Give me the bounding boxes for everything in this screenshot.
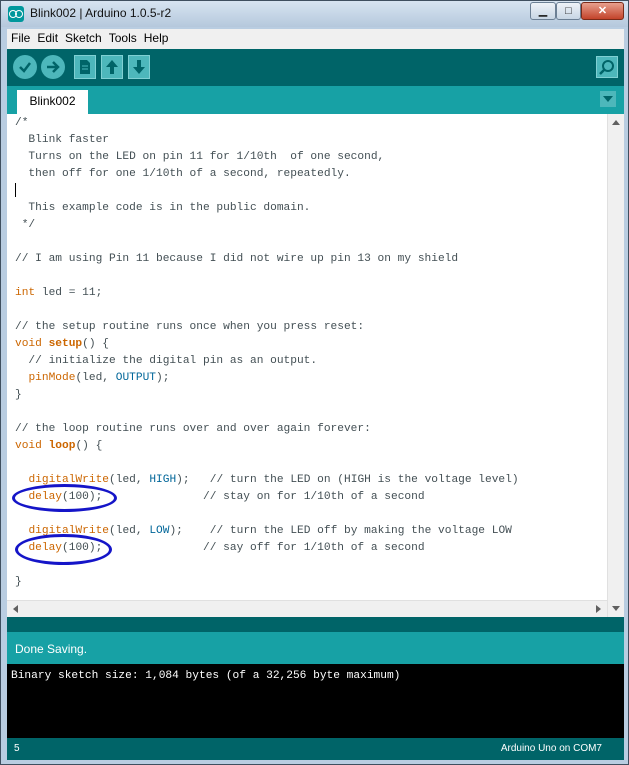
code-line: int led = 11; xyxy=(15,285,605,302)
code-line: Turns on the LED on pin 11 for 1/10th of… xyxy=(15,151,385,163)
tab-blink002[interactable]: Blink002 xyxy=(17,90,88,114)
text-caret xyxy=(15,183,16,198)
annotation-circle xyxy=(15,534,112,565)
code-token: ); xyxy=(169,525,210,537)
upload-button[interactable] xyxy=(41,55,65,79)
menu-edit[interactable]: Edit xyxy=(33,29,61,45)
minimize-button[interactable]: ▁ xyxy=(530,2,556,20)
code-line: digitalWrite(led, HIGH); // turn the LED… xyxy=(15,472,605,489)
status-bar: Done Saving. xyxy=(7,632,624,664)
serial-monitor-button[interactable] xyxy=(596,56,618,78)
line-number: 5 xyxy=(14,743,20,754)
document-icon xyxy=(80,60,90,74)
horizontal-scrollbar[interactable] xyxy=(7,600,607,617)
code-token: ); xyxy=(156,372,170,384)
constant: HIGH xyxy=(149,474,177,486)
console-output[interactable]: Binary sketch size: 1,084 bytes (of a 32… xyxy=(7,664,624,738)
code-line: Blink faster xyxy=(15,134,109,146)
scroll-down-arrow-icon[interactable] xyxy=(612,606,620,611)
menu-help[interactable]: Help xyxy=(140,29,172,45)
menu-tools[interactable]: Tools xyxy=(105,29,140,45)
arduino-window: Blink002 | Arduino 1.0.5-r2 ▁ □ ✕ File Ed… xyxy=(0,0,629,765)
function-name: setup xyxy=(48,338,83,350)
code-line: // initialize the digital pin as an outp… xyxy=(15,355,318,367)
tab-menu-chevron-down-icon[interactable] xyxy=(600,91,616,107)
code-token: (led, xyxy=(109,525,150,537)
code-line: // I am using Pin 11 because I did not w… xyxy=(15,253,459,265)
code-line: */ xyxy=(15,219,36,231)
code-line: void loop() { xyxy=(15,438,605,455)
console-text: Binary sketch size: 1,084 bytes (of a 32… xyxy=(11,670,401,682)
footer-bar: 5 Arduino Uno on COM7 xyxy=(7,738,624,760)
title-bar[interactable]: Blink002 | Arduino 1.0.5-r2 ▁ □ ✕ xyxy=(1,1,628,27)
splitter[interactable] xyxy=(7,617,624,632)
comment: // stay on for 1/10th of a second xyxy=(203,491,425,503)
keyword: void xyxy=(15,440,42,452)
arrow-right-icon xyxy=(47,61,60,73)
code-token: (led, xyxy=(109,474,150,486)
verify-button[interactable] xyxy=(13,55,37,79)
scroll-left-arrow-icon[interactable] xyxy=(13,605,18,613)
scroll-right-arrow-icon[interactable] xyxy=(596,605,601,613)
code-line: then off for one 1/10th of a second, rep… xyxy=(15,168,351,180)
keyword: void xyxy=(15,338,42,350)
code-text[interactable]: /* Blink faster Turns on the LED on pin … xyxy=(15,115,605,591)
status-message: Done Saving. xyxy=(15,642,88,656)
comment: // turn the LED on (HIGH is the voltage … xyxy=(209,474,519,486)
code-line: } xyxy=(15,389,22,401)
menu-bar: File Edit Sketch Tools Help xyxy=(7,29,624,49)
magnifier-icon xyxy=(599,60,614,75)
constant: LOW xyxy=(149,525,170,537)
window-title: Blink002 | Arduino 1.0.5-r2 xyxy=(30,6,172,20)
open-sketch-button[interactable] xyxy=(101,55,123,79)
save-sketch-button[interactable] xyxy=(128,55,150,79)
code-token: () { xyxy=(75,440,103,452)
code-token: ); xyxy=(176,474,210,486)
check-icon xyxy=(19,62,31,73)
function-name: pinMode xyxy=(28,372,76,384)
close-button[interactable]: ✕ xyxy=(581,2,624,20)
annotation-circle xyxy=(12,484,117,512)
scroll-up-arrow-icon[interactable] xyxy=(612,120,620,125)
code-line: // the setup routine runs once when you … xyxy=(15,321,365,333)
code-line: void setup() { xyxy=(15,336,605,353)
menu-sketch[interactable]: Sketch xyxy=(61,29,105,45)
keyword: int xyxy=(15,287,36,299)
comment: // say off for 1/10th of a second xyxy=(203,542,425,554)
new-sketch-button[interactable] xyxy=(74,55,96,79)
vertical-scrollbar[interactable] xyxy=(607,114,624,617)
arrow-down-icon xyxy=(133,60,145,74)
code-line xyxy=(15,183,605,200)
code-line: /* xyxy=(15,117,29,129)
tab-bar: Blink002 xyxy=(7,86,624,114)
board-port-label: Arduino Uno on COM7 xyxy=(500,743,602,754)
code-line: digitalWrite(led, LOW); // turn the LED … xyxy=(15,523,605,540)
maximize-button[interactable]: □ xyxy=(556,2,581,20)
code-line: pinMode(led, OUTPUT); xyxy=(15,370,605,387)
code-line: } xyxy=(15,576,22,588)
arduino-logo-icon xyxy=(8,6,24,22)
code-token: led = 11; xyxy=(35,287,103,299)
code-line: // the loop routine runs over and over a… xyxy=(15,423,371,435)
code-token: () { xyxy=(82,338,110,350)
arrow-up-icon xyxy=(106,60,118,74)
code-line: This example code is in the public domai… xyxy=(15,202,311,214)
function-name: loop xyxy=(48,440,76,452)
comment: // turn the LED off by making the voltag… xyxy=(209,525,512,537)
toolbar xyxy=(7,49,624,86)
constant: OUTPUT xyxy=(115,372,157,384)
code-token: (led, xyxy=(75,372,116,384)
menu-file[interactable]: File xyxy=(7,29,33,45)
